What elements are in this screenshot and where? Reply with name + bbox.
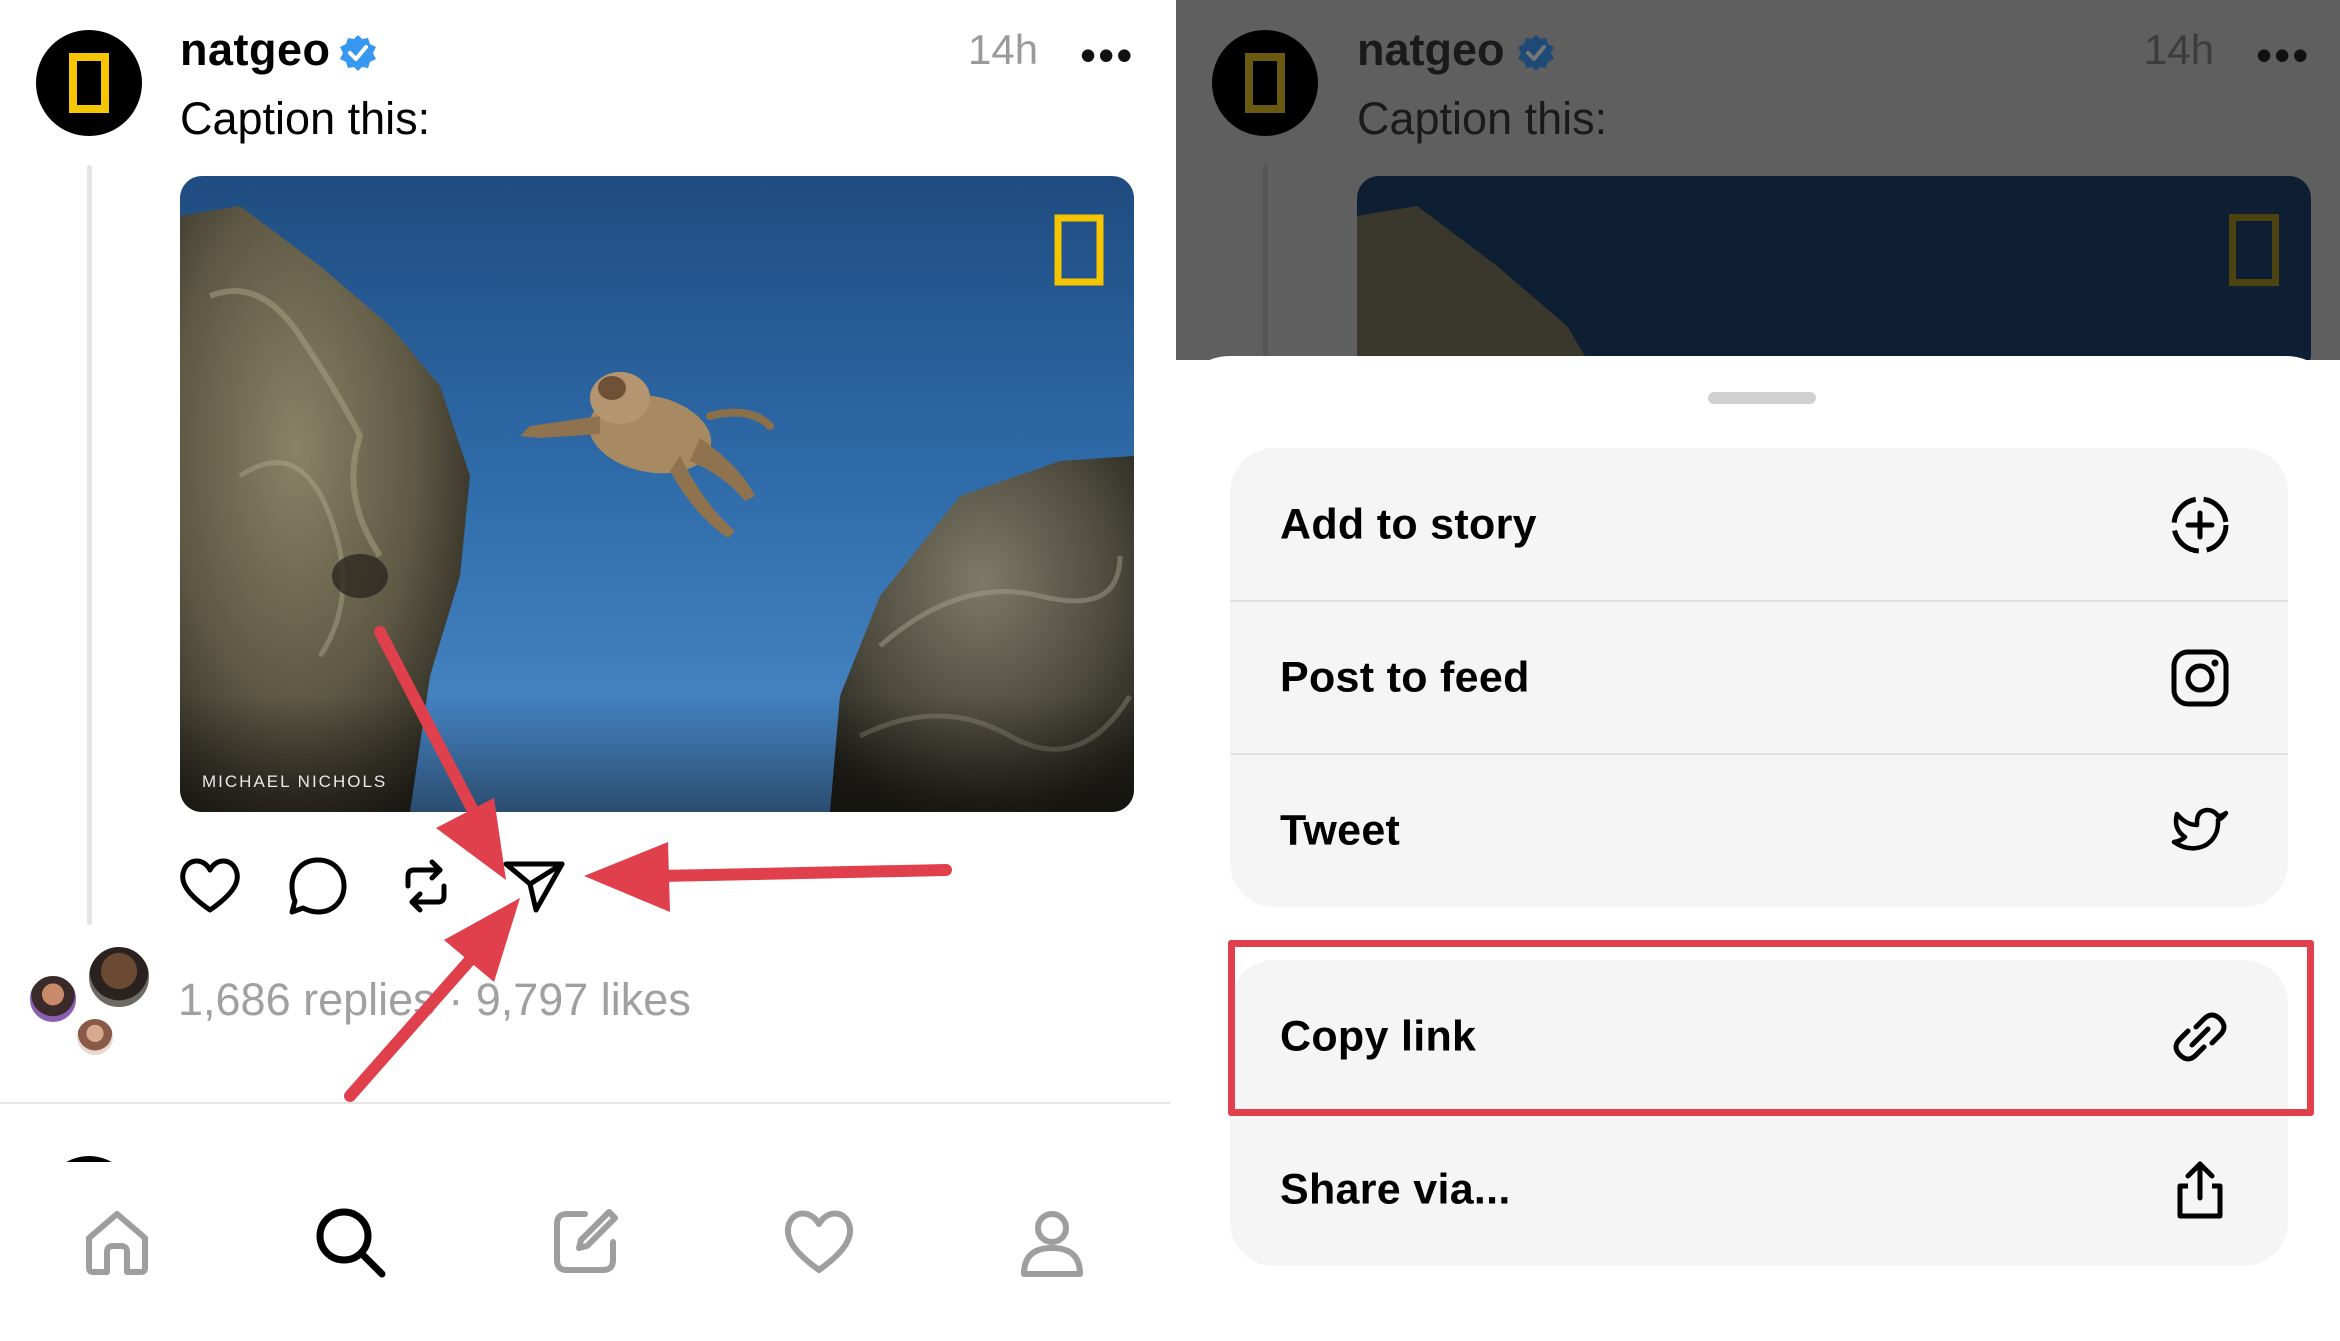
- share-option-add-to-story[interactable]: Add to story: [1230, 448, 2288, 601]
- profile-icon[interactable]: [1012, 1202, 1092, 1282]
- gelada-jump-illustration: [180, 206, 1134, 812]
- post-caption-dimmed: Caption this:: [1357, 93, 1608, 144]
- like-heart-icon[interactable]: [174, 850, 246, 922]
- copy-link-highlight-box: [1228, 940, 2314, 1116]
- share-options-group: Add to story Post to feed Tweet: [1230, 448, 2288, 907]
- sheet-grabber[interactable]: [1708, 392, 1816, 404]
- replier-avatar-1: [27, 973, 79, 1025]
- share-icon: [2177, 1161, 2223, 1218]
- share-send-icon[interactable]: [498, 850, 570, 922]
- option-label: Post to feed: [1280, 653, 1530, 701]
- option-label: Share via...: [1280, 1165, 1511, 1213]
- bottom-tab-bar: [0, 1162, 1170, 1341]
- share-option-tweet[interactable]: Tweet: [1230, 754, 2288, 907]
- post-photo[interactable]: MICHAEL NICHOLS: [180, 176, 1134, 812]
- post-username[interactable]: natgeo: [180, 24, 331, 76]
- thread-feed-panel: natgeo 14h ••• Caption this: MICHAEL NIC…: [0, 0, 1170, 1341]
- search-icon[interactable]: [310, 1202, 390, 1282]
- post-photo-dimmed: [1357, 176, 2311, 360]
- photo-credit: MICHAEL NICHOLS: [202, 772, 388, 791]
- photo-dimmed-illustration: [1357, 206, 1588, 360]
- natgeo-logo-icon: [1245, 53, 1285, 113]
- home-icon[interactable]: [77, 1202, 157, 1282]
- gelada-monkey: [520, 372, 774, 538]
- more-options-dimmed: •••: [2256, 29, 2311, 81]
- post-timestamp: 14h: [968, 26, 1039, 73]
- post-stats[interactable]: 1,686 replies · 9,797 likes: [178, 974, 691, 1026]
- likes-count[interactable]: 9,797 likes: [476, 974, 691, 1025]
- post-caption: Caption this:: [180, 93, 431, 144]
- natgeo-avatar-dimmed: [1212, 30, 1318, 136]
- stats-separator: ·: [435, 974, 476, 1025]
- post-divider: [0, 1102, 1170, 1104]
- share-sheet-panel: natgeo 14h ••• Caption this: Add to stor…: [1176, 0, 2340, 1341]
- replier-avatar-2: [86, 944, 152, 1010]
- share-bottom-sheet: Add to story Post to feed Tweet Copy lin…: [1176, 356, 2340, 1341]
- reply-comment-icon[interactable]: [282, 850, 354, 922]
- option-label: Tweet: [1280, 806, 1401, 854]
- twitter-icon: [2171, 807, 2229, 851]
- option-label: Add to story: [1280, 500, 1537, 548]
- share-option-post-to-feed[interactable]: Post to feed: [1230, 601, 2288, 754]
- verified-badge-icon: [340, 35, 376, 71]
- activity-heart-icon[interactable]: [779, 1202, 859, 1282]
- post-username-dimmed: natgeo: [1357, 24, 1505, 75]
- thread-line: [87, 165, 92, 925]
- verified-badge-icon: [1518, 35, 1554, 71]
- natgeo-logo-icon: [2229, 214, 2279, 286]
- dimmed-post-background: natgeo 14h ••• Caption this:: [1176, 0, 2340, 360]
- natgeo-avatar[interactable]: [36, 30, 142, 136]
- compose-icon[interactable]: [545, 1202, 625, 1282]
- share-option-share-via[interactable]: Share via...: [1230, 1113, 2288, 1266]
- add-story-icon: [2171, 496, 2229, 553]
- replies-count[interactable]: 1,686 replies: [178, 974, 436, 1025]
- thread-line-dimmed: [1263, 165, 1268, 360]
- repost-icon[interactable]: [390, 850, 462, 922]
- instagram-icon: [2171, 649, 2229, 706]
- natgeo-logo-icon: [69, 53, 109, 113]
- replier-avatar-3: [74, 1016, 116, 1058]
- post-timestamp-dimmed: 14h: [2144, 26, 2215, 73]
- more-options-button[interactable]: •••: [1080, 28, 1134, 82]
